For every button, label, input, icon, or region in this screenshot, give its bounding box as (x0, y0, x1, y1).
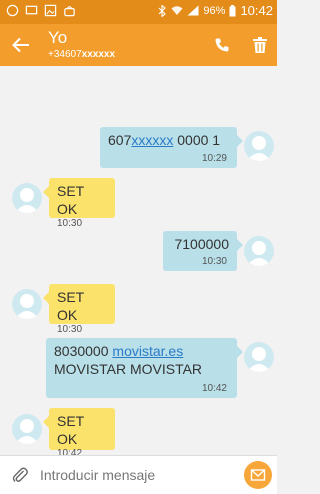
message-text-part: 0000 1 (173, 132, 221, 148)
back-arrow-icon[interactable] (10, 34, 32, 56)
message-time: 10:30 (201, 256, 227, 267)
message-bubble-outgoing[interactable]: 8030000 movistar.es MOVISTAR MOVISTAR 10… (46, 338, 243, 398)
person-icon (15, 188, 39, 213)
person-icon (247, 241, 271, 266)
avatar[interactable] (244, 342, 274, 372)
message-icon (25, 5, 38, 15)
delete-icon[interactable] (253, 37, 267, 53)
number-masked: xxxxxx (81, 49, 116, 60)
avatar[interactable] (244, 131, 274, 161)
contact-number: +34607xxxxxx (48, 49, 115, 60)
person-icon (247, 136, 271, 161)
message-text: 8030000 movistar.es (54, 342, 229, 360)
message-text-line2: MOVISTAR MOVISTAR (54, 361, 203, 377)
attach-icon[interactable] (12, 466, 28, 484)
avatar[interactable] (12, 183, 42, 213)
bluetooth-icon (159, 4, 167, 17)
message-bubble-outgoing[interactable]: 607xxxxxx 0000 1 10:29 (100, 127, 243, 168)
gallery-icon (44, 4, 57, 17)
send-message-icon (250, 469, 266, 481)
phone-icon[interactable] (214, 37, 230, 53)
conversation-header: Yo +34607xxxxxx (0, 24, 277, 66)
message-text-part: 8030000 (54, 343, 113, 359)
status-time: 10:42 (240, 3, 273, 18)
avatar[interactable] (12, 414, 42, 444)
person-icon (15, 294, 39, 319)
avatar[interactable] (12, 289, 42, 319)
wifi-icon (171, 6, 183, 15)
signal-icon (187, 5, 199, 16)
message-time: 10:29 (201, 153, 227, 164)
message-text: SET OK (57, 183, 84, 217)
message-text-part: 607 (108, 132, 132, 148)
message-input[interactable]: Introducir mensaje (40, 467, 155, 483)
message-bubble-incoming[interactable]: SET OK 10:42 (43, 408, 115, 459)
message-text: SET OK (57, 289, 84, 323)
person-icon (247, 347, 271, 372)
message-bubble-incoming[interactable]: SET OK 10:30 (43, 284, 115, 335)
message-text: 607xxxxxx 0000 1 (108, 131, 229, 149)
message-bubble-outgoing[interactable]: 7100000 10:30 (163, 231, 243, 271)
contact-name: Yo (48, 28, 68, 47)
message-time: 10:42 (201, 383, 227, 394)
person-icon (15, 419, 39, 444)
whatsapp-icon (6, 4, 19, 17)
send-button[interactable] (244, 461, 272, 489)
avatar[interactable] (244, 236, 274, 266)
compose-bar: Introducir mensaje (0, 455, 277, 494)
message-time: 10:30 (57, 324, 83, 335)
status-bar: 96% 10:42 (0, 0, 277, 24)
message-link[interactable]: movistar.es (112, 343, 183, 359)
message-text: 7100000 (174, 236, 229, 252)
message-text: SET OK (57, 413, 84, 447)
battery-icon (229, 4, 236, 16)
message-time: 10:30 (57, 218, 83, 229)
message-bubble-incoming[interactable]: SET OK 10:30 (43, 178, 115, 229)
number-prefix: +34607 (48, 49, 82, 60)
message-link[interactable]: xxxxxx (131, 132, 173, 148)
bag-icon (64, 6, 75, 17)
battery-percent: 96% (203, 4, 226, 17)
